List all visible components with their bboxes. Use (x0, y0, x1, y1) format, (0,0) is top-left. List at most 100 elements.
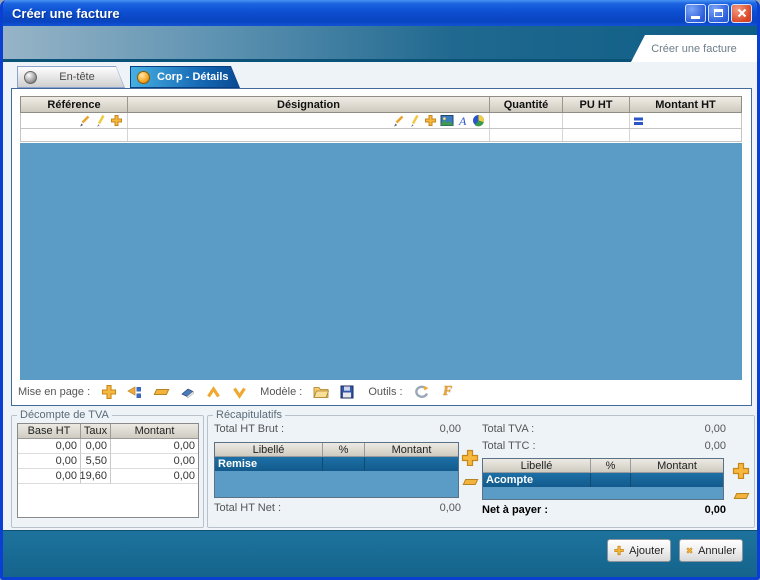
tab-corps-details[interactable]: Corp - Détails (130, 66, 240, 88)
formula-button[interactable]: F (439, 384, 457, 400)
deposit-add-button[interactable] (731, 461, 751, 479)
add-icon[interactable] (424, 114, 437, 127)
recalculate-button[interactable] (413, 384, 431, 400)
reference-cell[interactable] (21, 113, 128, 128)
move-up-button[interactable] (204, 384, 222, 400)
tva-cell: 0,00 (18, 439, 81, 454)
col-header-quantite: Quantité (490, 97, 563, 112)
page-tab[interactable]: Créer une facture (631, 35, 757, 62)
window-title: Créer une facture (12, 6, 683, 21)
deposit-row-label: Acompte (483, 473, 591, 487)
open-model-button[interactable] (312, 384, 330, 400)
close-button[interactable] (731, 4, 752, 23)
designation-cell[interactable]: A (128, 113, 490, 128)
discount-row-pct (323, 457, 365, 471)
add-icon[interactable] (110, 114, 123, 127)
deposit-table-filler[interactable] (483, 487, 723, 499)
font-icon[interactable]: A (457, 114, 469, 127)
empty-cell (490, 129, 563, 141)
discount-col-pct: % (323, 443, 365, 456)
create-invoice-window: Créer une facture Créer une facture En-t… (0, 0, 760, 580)
discount-col-libelle: Libellé (215, 443, 323, 456)
save-model-button[interactable] (338, 384, 356, 400)
ajouter-button[interactable]: Ajouter (607, 539, 671, 562)
subtotal-line-button[interactable] (152, 384, 170, 400)
total-ht-brut-value: 0,00 (440, 423, 461, 435)
tva-col-taux: Taux (81, 424, 111, 438)
tva-cell: 0,00 (81, 439, 111, 454)
page-tab-label: Créer une facture (651, 43, 737, 55)
discount-add-button[interactable] (460, 448, 480, 466)
tva-table: Base HT Taux Montant 0,00 0,00 0,00 0,00… (17, 423, 199, 518)
move-down-button[interactable] (230, 384, 248, 400)
add-line-button[interactable] (100, 384, 118, 400)
invoice-line-empty-row[interactable] (20, 129, 742, 142)
tva-group: Décompte de TVA Base HT Taux Montant 0,0… (11, 409, 204, 528)
discount-remove-button[interactable] (460, 473, 480, 491)
deposit-col-libelle: Libellé (483, 459, 591, 472)
deposit-col-montant: Montant (631, 459, 723, 472)
pu-ht-cell[interactable] (563, 113, 630, 128)
discount-table-filler[interactable] (215, 471, 458, 497)
modele-label: Modèle : (260, 386, 302, 398)
close-icon (737, 8, 747, 18)
tva-cell: 0,00 (18, 469, 81, 484)
tab-entete[interactable]: En-tête (17, 66, 125, 88)
chevron-up-icon (206, 386, 221, 399)
tva-cell: 0,00 (18, 454, 81, 469)
orange-sphere-icon (137, 71, 150, 84)
header-band: Créer une facture (3, 26, 757, 62)
tva-col-montant: Montant (111, 424, 198, 438)
plus-icon (461, 449, 479, 466)
svg-text:A: A (458, 114, 467, 127)
empty-cell (128, 129, 490, 141)
minus-icon (462, 479, 478, 485)
pen-icon[interactable] (78, 114, 91, 127)
deposit-col-pct: % (591, 459, 631, 472)
annuler-button-label: Annuler (698, 545, 736, 557)
outils-label: Outils : (368, 386, 402, 398)
open-folder-icon (313, 385, 329, 399)
annuler-button[interactable]: Annuler (679, 539, 743, 562)
cancel-cross-icon (682, 543, 696, 557)
recap-right-section: Total TVA : 0,00 Total TTC : 0,00 Libell… (482, 423, 726, 521)
erase-line-button[interactable] (178, 384, 196, 400)
total-tva-label: Total TVA : (482, 423, 534, 435)
chevron-down-icon (232, 386, 247, 399)
tva-header-row: Base HT Taux Montant (18, 424, 198, 439)
insert-line-icon (127, 385, 143, 400)
minimize-icon (691, 16, 700, 19)
montant-ht-cell[interactable] (630, 113, 741, 128)
empty-cell (630, 129, 741, 141)
col-header-montant-ht: Montant HT (630, 97, 741, 112)
pencil-icon[interactable] (94, 114, 107, 127)
discount-header-row: Libellé % Montant (215, 443, 458, 457)
minus-icon (733, 493, 749, 499)
col-header-pu-ht: PU HT (563, 97, 630, 112)
deposit-row-acompte[interactable]: Acompte (483, 473, 723, 487)
pen-icon[interactable] (392, 114, 405, 127)
deposit-header-row: Libellé % Montant (483, 459, 723, 473)
quantite-cell[interactable] (490, 113, 563, 128)
col-header-reference: Référence (21, 97, 128, 112)
maximize-icon (714, 9, 723, 17)
deposit-row-montant (631, 473, 723, 487)
insert-line-button[interactable] (126, 384, 144, 400)
maximize-button[interactable] (708, 4, 729, 23)
gray-sphere-icon (24, 71, 37, 84)
discount-col-montant: Montant (365, 443, 458, 456)
recap-left-section: Total HT Brut : 0,00 Libellé % Montant R… (214, 423, 461, 519)
window-titlebar: Créer une facture (3, 0, 757, 26)
discount-row-label: Remise (215, 457, 323, 471)
pie-icon[interactable] (472, 114, 485, 127)
invoice-lines-grid-body[interactable] (20, 143, 742, 380)
deposit-remove-button[interactable] (731, 487, 751, 505)
minimize-button[interactable] (685, 4, 706, 23)
invoice-lines-table: Référence Désignation Quantité PU HT Mon… (20, 96, 742, 380)
pencil-icon[interactable] (408, 114, 421, 127)
empty-cell (563, 129, 630, 141)
discount-row-montant (365, 457, 458, 471)
image-icon[interactable] (440, 114, 454, 127)
discount-row-remise[interactable]: Remise (215, 457, 458, 471)
equals-icon[interactable] (633, 115, 645, 127)
